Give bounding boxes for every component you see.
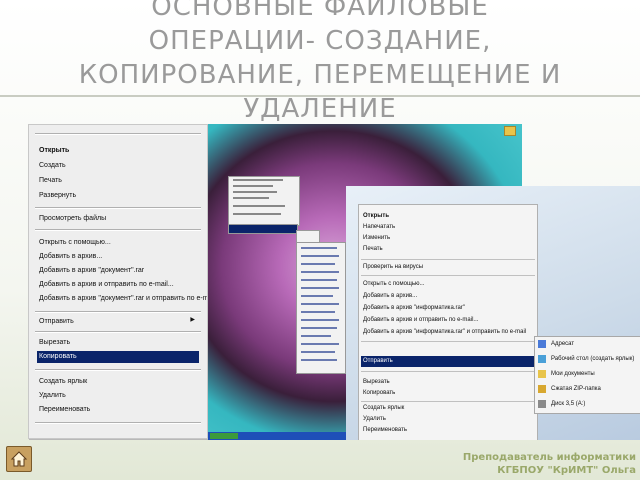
title-line: операции- создание, (148, 26, 492, 56)
title-underline (0, 95, 640, 97)
menu-separator (35, 311, 201, 313)
menu-item[interactable]: Открыть с помощью... (39, 237, 111, 248)
mini-menu-line (301, 271, 339, 273)
mini-menu-line (301, 335, 331, 337)
submenu-item[interactable]: Рабочий стол (создать ярлык) (551, 353, 634, 365)
submenu-item[interactable]: Диск 3,5 (A:) (551, 398, 585, 410)
menu-item[interactable]: Открыть с помощью... (363, 279, 425, 289)
menu-item[interactable]: Вырезать (39, 337, 70, 348)
mini-menu-highlight (228, 224, 298, 234)
menu-separator (35, 369, 201, 371)
menu-item[interactable]: Создать (39, 160, 66, 171)
mini-menu-line (233, 179, 283, 181)
menu-separator (35, 422, 201, 424)
footer-line: Преподаватель информатики (462, 452, 636, 463)
mini-menu-line (301, 279, 337, 281)
menu-item[interactable]: Копировать (363, 388, 395, 398)
menu-separator (35, 133, 201, 135)
mini-menu-line (233, 185, 273, 187)
menu-separator (35, 207, 201, 209)
start-button[interactable] (210, 433, 238, 439)
mini-menu-line (301, 255, 339, 257)
menu-item[interactable]: Добавить в архив... (363, 291, 417, 301)
mini-program-list (296, 242, 346, 374)
submenu-item[interactable]: Мои документы (551, 368, 595, 380)
mini-menu-line (233, 213, 281, 215)
mini-menu-line (301, 359, 337, 361)
menu-separator (361, 401, 535, 402)
menu-item[interactable]: Добавить в архив и отправить по e-mail..… (39, 279, 174, 290)
menu-item[interactable]: Просмотреть файлы (39, 213, 106, 224)
mini-menu-line (301, 311, 335, 313)
menu-separator (35, 331, 201, 333)
home-icon (10, 451, 28, 467)
send-to-submenu: Адресат Рабочий стол (создать ярлык) Мои… (534, 336, 640, 414)
menu-item[interactable]: Открыть (363, 211, 389, 221)
menu-item-copy[interactable]: Копировать (39, 351, 77, 362)
explorer-screenshot: Открыть Напечатать Изменить Печать Прове… (346, 186, 640, 440)
mini-menu-line (233, 191, 277, 193)
folder-icon (538, 370, 546, 378)
submenu-item[interactable]: Сжатая ZIP-папка (551, 383, 601, 395)
mini-menu-line (233, 205, 285, 207)
context-menu-right: Открыть Напечатать Изменить Печать Прове… (358, 204, 538, 440)
floppy-icon (538, 400, 546, 408)
menu-separator (361, 259, 535, 260)
footer-line: КГБПОУ "КрИМТ" Ольга (497, 465, 636, 476)
menu-item[interactable]: Удалить (39, 390, 66, 401)
menu-item[interactable]: Переименовать (363, 425, 407, 435)
mini-menu-line (301, 343, 339, 345)
menu-item[interactable]: Изменить (363, 233, 390, 243)
menu-separator (361, 371, 535, 372)
menu-item[interactable]: Печать (363, 244, 383, 254)
mail-icon (538, 340, 546, 348)
menu-item[interactable]: Проверить на вирусы (363, 262, 423, 272)
menu-item[interactable]: Развернуть (39, 190, 76, 201)
mini-menu-line (301, 295, 333, 297)
menu-item[interactable]: Добавить в архив "информатика.rar" и отп… (363, 327, 526, 337)
folder-icon (504, 126, 516, 136)
submenu-arrow-icon: ▶ (190, 317, 195, 323)
menu-item[interactable]: Добавить в архив "документ".rar (39, 265, 144, 276)
menu-item-send-to[interactable]: Отправить (363, 356, 393, 366)
menu-item[interactable]: Добавить в архив "документ".rar и отправ… (39, 293, 207, 304)
zip-folder-icon (538, 385, 546, 393)
mini-menu-line (301, 263, 335, 265)
mini-menu-line (301, 247, 337, 249)
menu-separator (35, 229, 201, 231)
menu-item-send-to[interactable]: Отправить (39, 316, 74, 327)
menu-item[interactable]: Открыть (39, 145, 69, 156)
mini-menu-line (233, 197, 269, 199)
menu-separator (361, 341, 535, 342)
menu-item[interactable]: Добавить в архив... (39, 251, 102, 262)
menu-item[interactable]: Вырезать (363, 377, 390, 387)
submenu-item[interactable]: Адресат (551, 338, 574, 350)
title-line: Основные файловые (151, 0, 489, 22)
menu-separator (361, 275, 535, 276)
mini-menu-line (301, 303, 339, 305)
context-menu-left: Открыть Создать Печать Развернуть Просмо… (28, 124, 208, 439)
home-button[interactable] (6, 446, 32, 472)
mini-context-menu (228, 176, 300, 226)
mini-menu-line (301, 287, 339, 289)
menu-item[interactable]: Печать (39, 175, 62, 186)
menu-item[interactable]: Напечатать (363, 222, 395, 232)
menu-item[interactable]: Переименовать (39, 404, 90, 415)
mini-menu-line (301, 319, 339, 321)
menu-item[interactable]: Добавить в архив и отправить по e-mail..… (363, 315, 478, 325)
menu-item[interactable]: Удалить (363, 414, 386, 424)
desktop-icon (538, 355, 546, 363)
title-line: копирование, перемещение и (78, 60, 562, 90)
menu-item[interactable]: Создать ярлык (39, 376, 87, 387)
menu-item[interactable]: Добавить в архив "информатика.rar" (363, 303, 465, 313)
title-line: удаление (243, 94, 397, 124)
menu-item[interactable]: Создать ярлык (363, 403, 404, 413)
mini-menu-line (301, 351, 335, 353)
mini-menu-line (301, 327, 337, 329)
